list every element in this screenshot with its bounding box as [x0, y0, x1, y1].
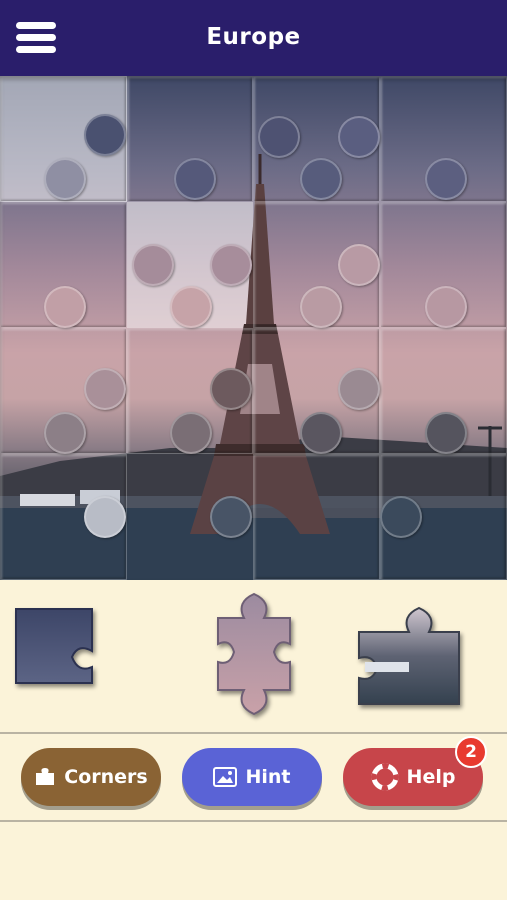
help-badge: 2: [455, 736, 487, 768]
image-icon: [213, 767, 238, 787]
help-label: Help: [406, 766, 456, 788]
puzzle-board[interactable]: [0, 76, 507, 580]
corners-button[interactable]: Corners: [21, 748, 161, 806]
divider: [0, 820, 507, 822]
loose-puzzle-piece[interactable]: [355, 600, 463, 708]
top-bar: Europe: [0, 0, 507, 76]
piece-tray: [0, 580, 507, 730]
corners-label: Corners: [64, 766, 148, 788]
loose-puzzle-piece[interactable]: [214, 590, 294, 722]
hint-button[interactable]: Hint: [182, 748, 322, 806]
lifebuoy-icon: [371, 763, 399, 791]
corner-piece-icon: [34, 767, 56, 787]
page-title: Europe: [206, 24, 301, 50]
loose-puzzle-piece[interactable]: [14, 607, 96, 685]
hint-label: Hint: [245, 766, 291, 788]
divider: [0, 732, 507, 734]
